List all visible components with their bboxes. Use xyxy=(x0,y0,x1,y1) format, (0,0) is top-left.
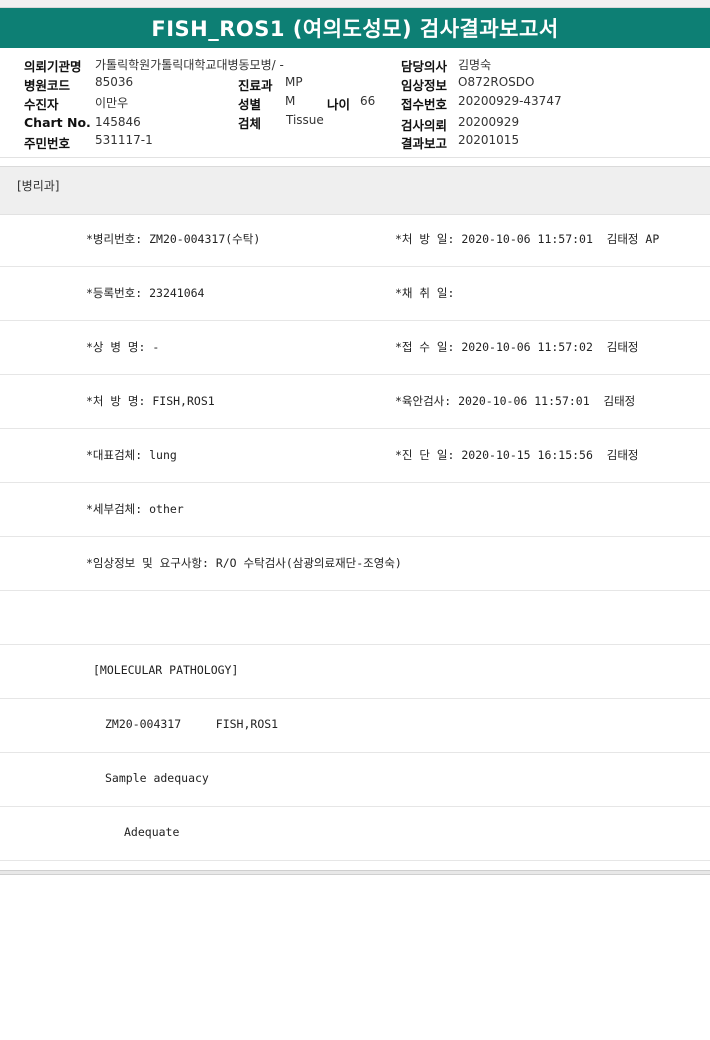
result-row: ZM20-004317 FISH,ROS1 xyxy=(0,699,710,753)
department-section-title: [병리과] xyxy=(17,179,60,193)
result-row: *등록번호: 23241064 *채 취 일: xyxy=(0,267,710,321)
representative-specimen: *대표검체: lung xyxy=(86,448,177,462)
result-row: *대표검체: lung *진 단 일: 2020-10-15 16:15:56 … xyxy=(0,429,710,483)
hospital-label: 의뢰기관명 xyxy=(24,59,82,74)
receipt-date: *접 수 일: 2020-10-06 11:57:02 김태정 xyxy=(395,340,639,354)
collection-date: *채 취 일: xyxy=(395,286,455,300)
specimen-value: Tissue xyxy=(286,113,324,127)
department-section-header: [병리과] xyxy=(0,166,710,215)
report-title-bar: FISH_ROS1 (여의도성모) 검사결과보고서 xyxy=(0,8,710,48)
receipt-number-label: 접수번호 xyxy=(401,97,448,112)
clinical-info-label: 임상정보 xyxy=(401,78,448,93)
result-row: *임상정보 및 요구사항: R/O 수탁검사(삼광의료재단-조영숙) xyxy=(0,537,710,591)
result-row: [MOLECULAR PATHOLOGY] xyxy=(0,645,710,699)
diagnosis-date: *진 단 일: 2020-10-15 16:15:56 김태정 xyxy=(395,448,639,462)
test-id-line: ZM20-004317 FISH,ROS1 xyxy=(105,717,279,731)
hospital-code-label: 병원코드 xyxy=(24,78,71,93)
request-date-value: 20200929 xyxy=(458,115,520,129)
doctor-value: 김명숙 xyxy=(458,58,492,72)
sex-value: M xyxy=(285,94,296,108)
sex-label: 성별 xyxy=(238,97,262,112)
result-rows: *병리번호: ZM20-004317(수탁) *처 방 일: 2020-10-0… xyxy=(0,213,710,861)
registration-number: *등록번호: 23241064 xyxy=(86,286,205,300)
detailed-specimen: *세부검체: other xyxy=(86,502,184,516)
top-border xyxy=(0,0,710,8)
request-date-label: 검사의뢰 xyxy=(401,118,448,133)
department-label: 진료과 xyxy=(238,78,273,93)
prescription-date: *처 방 일: 2020-10-06 11:57:01 김태정 AP xyxy=(395,232,660,246)
result-row-empty xyxy=(0,591,710,645)
patient-value: 이만우 xyxy=(95,96,129,110)
age-value: 66 xyxy=(360,94,376,108)
diagnosis-name: *상 병 명: - xyxy=(86,340,160,354)
age-label: 나이 xyxy=(327,97,351,112)
result-row: *병리번호: ZM20-004317(수탁) *처 방 일: 2020-10-0… xyxy=(0,213,710,267)
prescription-name: *처 방 명: FISH,ROS1 xyxy=(86,394,215,408)
sample-adequacy-value: Adequate xyxy=(124,825,180,839)
result-row: Sample adequacy xyxy=(0,753,710,807)
hospital-code-value: 85036 xyxy=(95,75,134,89)
report-date-value: 20201015 xyxy=(458,133,520,147)
clinical-request: *임상정보 및 요구사항: R/O 수탁검사(삼광의료재단-조영숙) xyxy=(86,556,402,570)
pathology-number: *병리번호: ZM20-004317(수탁) xyxy=(86,232,261,246)
report-title: FISH_ROS1 (여의도성모) 검사결과보고서 xyxy=(151,17,559,41)
sample-adequacy-label: Sample adequacy xyxy=(105,771,209,785)
result-row: Adequate xyxy=(0,807,710,861)
report-end-divider xyxy=(0,870,710,875)
gross-exam-date: *육안검사: 2020-10-06 11:57:01 김태정 xyxy=(395,394,636,408)
info-divider xyxy=(0,157,710,158)
clinical-info-value: O872ROSDO xyxy=(458,75,535,89)
hospital-value: 가톨릭학원가톨릭대학교대병동모병/ - xyxy=(95,58,284,72)
doctor-label: 담당의사 xyxy=(401,59,448,74)
result-row: *세부검체: other xyxy=(0,483,710,537)
department-value: MP xyxy=(285,75,303,89)
resident-number-value: 531117-1 xyxy=(95,133,153,147)
chart-no-label: Chart No. xyxy=(24,115,91,130)
result-row: *상 병 명: - *접 수 일: 2020-10-06 11:57:02 김태… xyxy=(0,321,710,375)
molecular-pathology-heading: [MOLECULAR PATHOLOGY] xyxy=(93,663,239,677)
result-row: *처 방 명: FISH,ROS1 *육안검사: 2020-10-06 11:5… xyxy=(0,375,710,429)
specimen-label: 검체 xyxy=(238,116,262,131)
receipt-number-value: 20200929-43747 xyxy=(458,94,562,108)
resident-number-label: 주민번호 xyxy=(24,136,71,151)
patient-label: 수진자 xyxy=(24,97,59,112)
chart-no-value: 145846 xyxy=(95,115,141,129)
report-date-label: 결과보고 xyxy=(401,136,448,151)
